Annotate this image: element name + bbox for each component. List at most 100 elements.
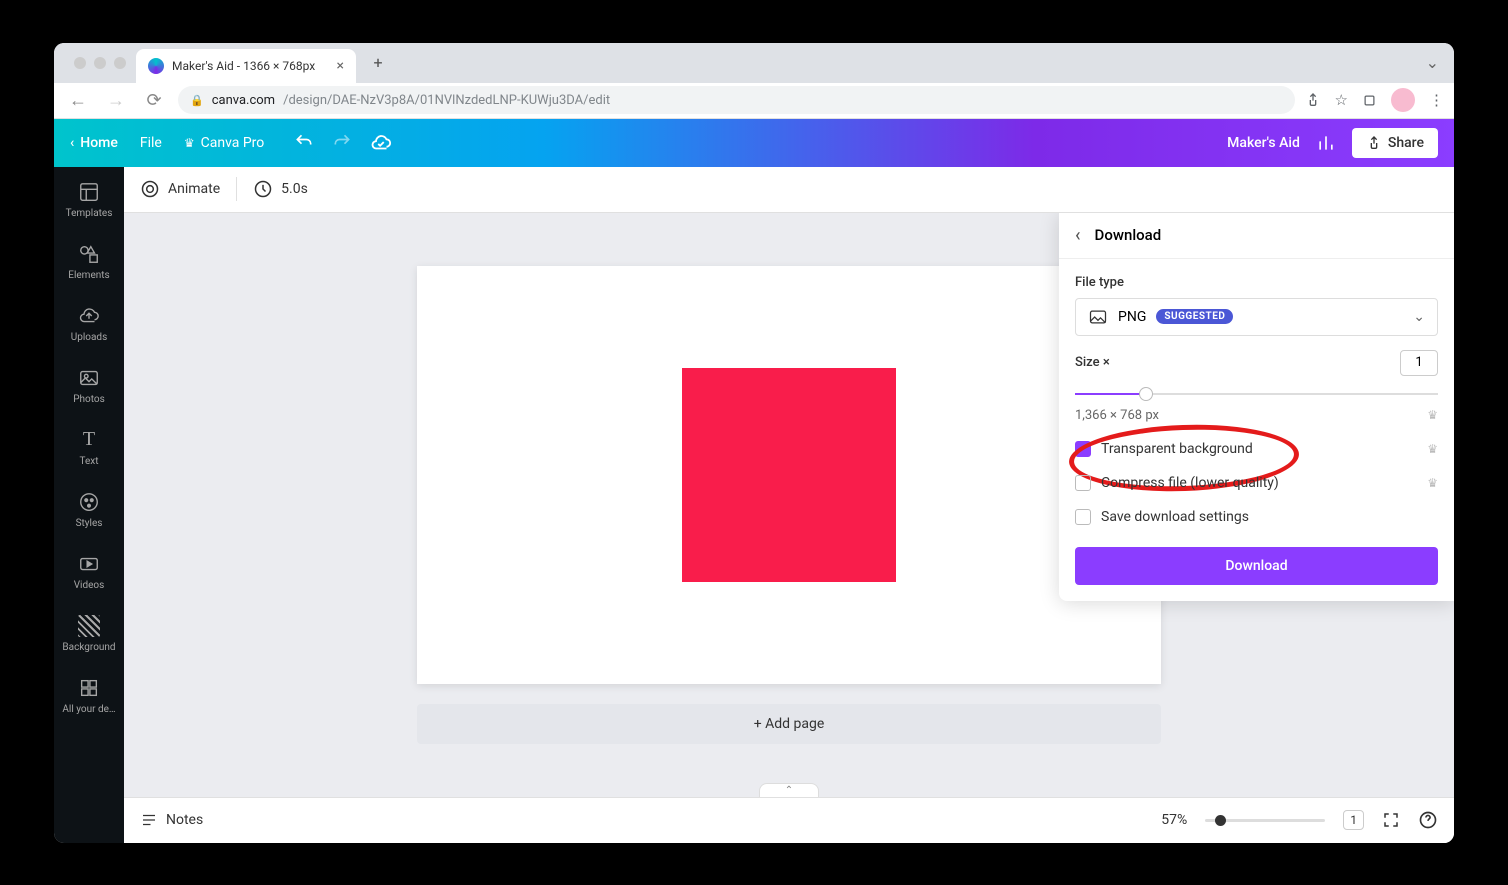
undo-button[interactable] xyxy=(294,132,314,154)
editor-toolbar: Animate 5.0s xyxy=(124,167,1454,213)
address-bar[interactable]: 🔒 canva.com/design/DAE-NzV3p8A/01NVlNzde… xyxy=(178,86,1295,114)
size-slider[interactable] xyxy=(1075,386,1438,402)
zoom-value[interactable]: 57% xyxy=(1161,812,1187,828)
app-header: ‹ Home File ♛ Canva Pro Maker's Aid xyxy=(54,119,1454,167)
sidebar-item-background[interactable]: Background xyxy=(54,615,124,653)
page-number: 1 xyxy=(1350,813,1357,827)
crown-icon: ♛ xyxy=(184,136,195,150)
side-panel: Templates Elements Uploads Photos T Text… xyxy=(54,167,124,843)
crown-icon: ♛ xyxy=(1427,408,1438,422)
sidebar-item-templates[interactable]: Templates xyxy=(54,181,124,219)
sidebar-item-text[interactable]: T Text xyxy=(54,429,124,467)
duration-button[interactable]: 5.0s xyxy=(253,179,308,199)
pro-label: Canva Pro xyxy=(201,135,265,151)
help-icon[interactable] xyxy=(1418,810,1438,830)
back-button[interactable]: ← xyxy=(64,86,92,114)
url-domain: canva.com xyxy=(212,93,275,108)
sidebar-item-videos[interactable]: Videos xyxy=(54,553,124,591)
tab-title: Maker's Aid - 1366 × 768px xyxy=(172,59,315,73)
bookmark-icon[interactable]: ☆ xyxy=(1335,91,1348,109)
checkbox-checked-icon[interactable]: ✓ xyxy=(1075,441,1091,457)
zoom-slider[interactable] xyxy=(1205,819,1325,822)
size-input[interactable] xyxy=(1400,350,1438,376)
minimize-window-icon[interactable] xyxy=(94,57,106,69)
browser-menu-icon[interactable]: ⋮ xyxy=(1429,91,1444,109)
home-link[interactable]: ‹ Home xyxy=(70,135,118,151)
sidebar-label: Templates xyxy=(66,208,113,219)
fullscreen-icon[interactable] xyxy=(1382,811,1400,829)
canvas-area[interactable]: + Add page ⌃ ‹ Download File type PNG SU… xyxy=(124,213,1454,797)
insights-icon[interactable] xyxy=(1316,133,1336,153)
maximize-window-icon[interactable] xyxy=(114,57,126,69)
save-settings-option[interactable]: Save download settings xyxy=(1075,509,1438,525)
new-tab-button[interactable]: + xyxy=(364,49,392,77)
checkbox-icon[interactable] xyxy=(1075,475,1091,491)
panel-body: File type PNG SUGGESTED ⌄ Size × xyxy=(1059,259,1454,601)
toolbar-divider xyxy=(236,177,237,201)
sidebar-item-all-designs[interactable]: All your de… xyxy=(54,677,124,715)
crown-icon: ♛ xyxy=(1427,476,1438,490)
notes-label: Notes xyxy=(166,812,203,828)
duration-label: 5.0s xyxy=(281,181,308,197)
dimensions-text: 1,366 × 768 px xyxy=(1075,408,1159,423)
profile-avatar[interactable] xyxy=(1391,88,1415,112)
sidebar-item-photos[interactable]: Photos xyxy=(54,367,124,405)
canvas-page[interactable] xyxy=(417,266,1161,684)
compress-file-option[interactable]: Compress file (lower quality) ♛ xyxy=(1075,475,1438,491)
sidebar-item-uploads[interactable]: Uploads xyxy=(54,305,124,343)
slider-thumb[interactable] xyxy=(1139,387,1153,401)
cloud-sync-icon[interactable] xyxy=(370,132,392,154)
notes-button[interactable]: Notes xyxy=(140,811,203,829)
canva-favicon-icon xyxy=(148,58,164,74)
sidebar-label: Elements xyxy=(68,270,109,281)
app-header-tools xyxy=(294,132,392,154)
reload-button[interactable]: ⟳ xyxy=(140,86,168,114)
url-path: /design/DAE-NzV3p8A/01NVlNzdedLNP-KUWju3… xyxy=(283,93,610,108)
footer-right: 57% 1 xyxy=(1161,810,1438,830)
sidebar-label: Styles xyxy=(76,518,103,529)
workspace: Templates Elements Uploads Photos T Text… xyxy=(54,167,1454,843)
app-header-left: ‹ Home File ♛ Canva Pro xyxy=(70,135,264,151)
file-menu[interactable]: File xyxy=(140,135,162,151)
size-row: Size × xyxy=(1075,350,1438,376)
tabs-menu-icon[interactable]: ⌄ xyxy=(1426,53,1454,72)
extensions-icon[interactable] xyxy=(1362,93,1377,108)
share-icon[interactable] xyxy=(1305,92,1321,108)
slider-fill xyxy=(1075,393,1145,395)
page-handle[interactable]: ⌃ xyxy=(759,783,819,797)
uploads-icon xyxy=(78,305,100,327)
redo-button[interactable] xyxy=(332,132,352,154)
canva-pro-link[interactable]: ♛ Canva Pro xyxy=(184,135,264,151)
add-page-button[interactable]: + Add page xyxy=(417,704,1161,744)
transparent-bg-option[interactable]: ✓ Transparent background ♛ xyxy=(1075,441,1438,457)
close-tab-icon[interactable]: × xyxy=(337,58,344,74)
chevron-down-icon: ⌄ xyxy=(1413,309,1425,325)
share-button[interactable]: Share xyxy=(1352,128,1438,158)
download-button-label: Download xyxy=(1225,558,1287,574)
file-type-select[interactable]: PNG SUGGESTED ⌄ xyxy=(1075,298,1438,336)
sidebar-item-elements[interactable]: Elements xyxy=(54,243,124,281)
forward-button[interactable]: → xyxy=(102,86,130,114)
animate-button[interactable]: Animate xyxy=(140,179,220,199)
clock-icon xyxy=(253,179,273,199)
checkbox-icon[interactable] xyxy=(1075,509,1091,525)
home-label: Home xyxy=(80,135,118,151)
size-label: Size × xyxy=(1075,355,1110,370)
page-indicator[interactable]: 1 xyxy=(1343,810,1364,830)
option-label: Transparent background xyxy=(1101,441,1253,457)
window-controls xyxy=(64,57,136,69)
app-header-right: Maker's Aid Share xyxy=(1227,128,1438,158)
text-icon: T xyxy=(78,429,100,451)
browser-tab[interactable]: Maker's Aid - 1366 × 768px × xyxy=(136,49,356,83)
animate-icon xyxy=(140,179,160,199)
browser-tabbar: Maker's Aid - 1366 × 768px × + ⌄ xyxy=(54,43,1454,83)
back-icon[interactable]: ‹ xyxy=(1075,225,1081,246)
project-name[interactable]: Maker's Aid xyxy=(1227,135,1300,151)
red-square-element[interactable] xyxy=(682,368,896,582)
zoom-thumb[interactable] xyxy=(1215,815,1226,826)
sidebar-label: Text xyxy=(79,456,98,467)
templates-icon xyxy=(78,181,100,203)
sidebar-item-styles[interactable]: Styles xyxy=(54,491,124,529)
close-window-icon[interactable] xyxy=(74,57,86,69)
download-button[interactable]: Download xyxy=(1075,547,1438,585)
